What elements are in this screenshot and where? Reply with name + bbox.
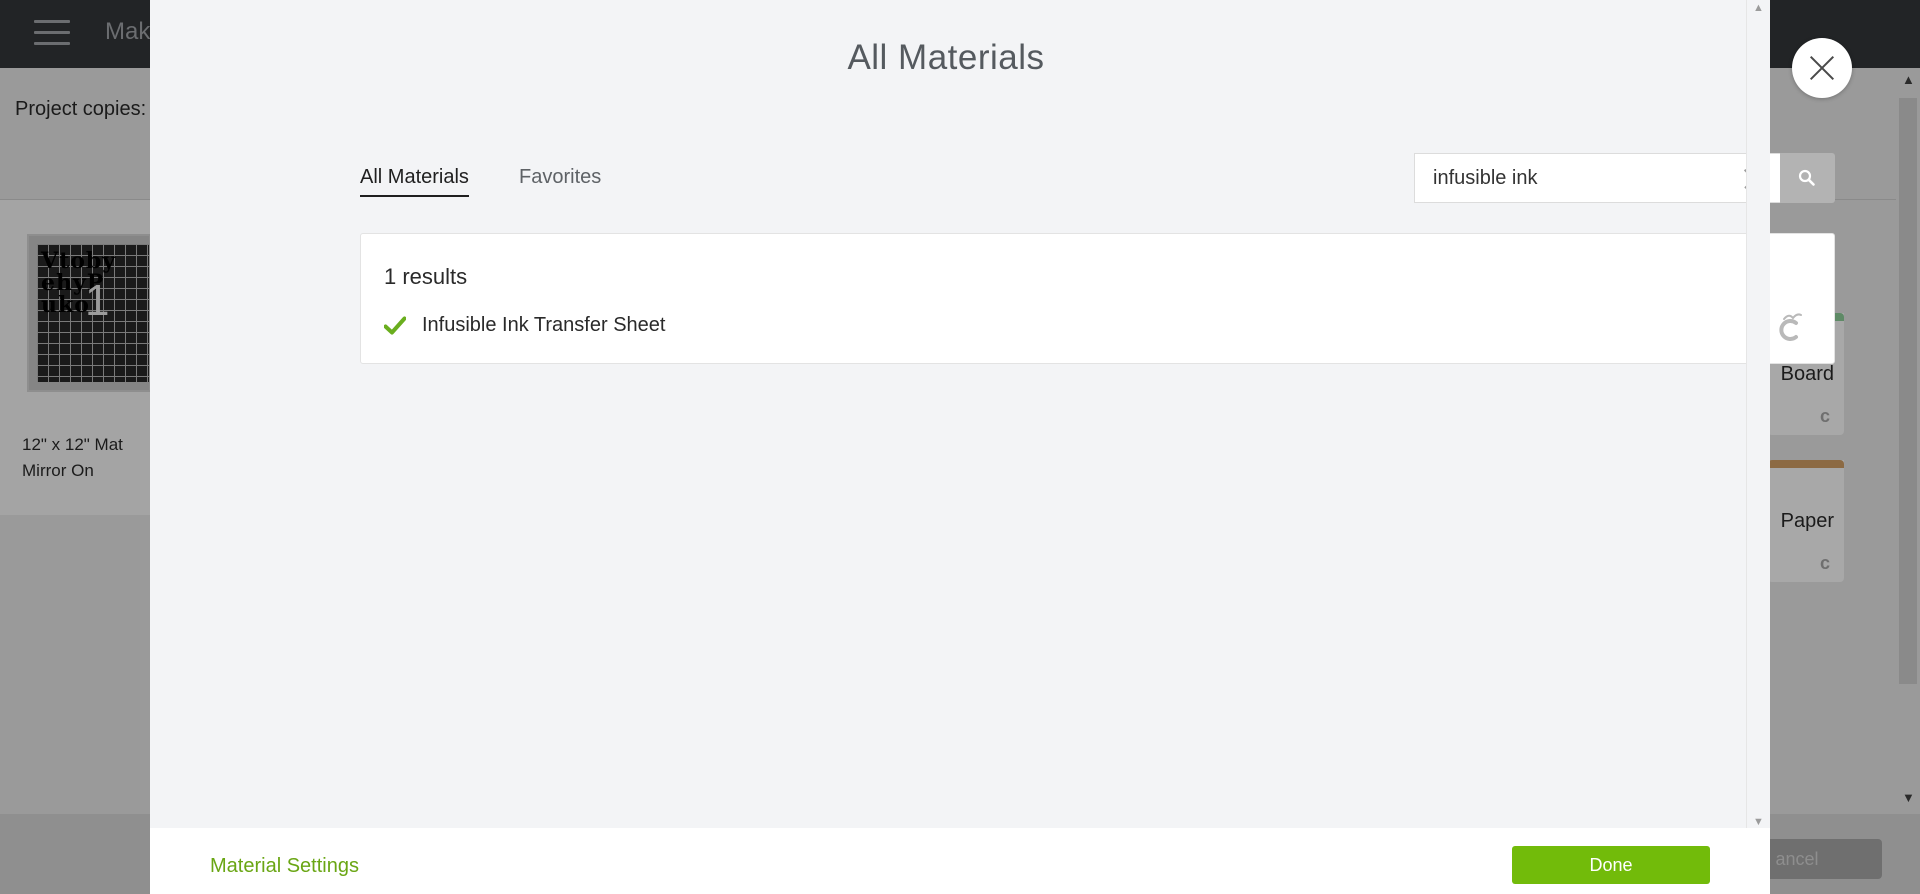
project-copies-label: Project copies: (15, 98, 147, 120)
scrollbar-thumb[interactable] (1899, 98, 1917, 684)
modal-title: All Materials (847, 38, 1045, 77)
tab-favorites[interactable]: Favorites (519, 166, 601, 189)
modal-scrollbar[interactable]: ▲ ▼ (1746, 0, 1770, 828)
material-card-label: Paper (1780, 510, 1834, 532)
close-icon[interactable] (1792, 38, 1852, 98)
cricut-logo-icon: c (1819, 406, 1830, 426)
search-input[interactable] (1414, 153, 1780, 203)
mat-size-label: 12" x 12" Mat (22, 435, 123, 454)
list-item[interactable]: Infusible Ink Transfer Sheet (384, 313, 1804, 344)
search-icon (1798, 169, 1815, 186)
material-card-paper[interactable]: Paper c (1768, 460, 1844, 582)
checkmark-icon (384, 316, 406, 335)
done-button[interactable]: Done (1512, 846, 1710, 884)
scroll-up-icon[interactable]: ▲ (1902, 72, 1915, 87)
cricut-logo-icon (1779, 313, 1802, 341)
search-button[interactable] (1780, 153, 1835, 203)
scroll-down-icon[interactable]: ▼ (1753, 816, 1764, 828)
search-box (1414, 153, 1835, 203)
page-scrollbar[interactable]: ▲ ▼ (1896, 68, 1920, 814)
material-name: Infusible Ink Transfer Sheet (422, 314, 666, 336)
all-materials-modal: All Materials All Materials Favorites 1 … (150, 0, 1852, 894)
hamburger-menu-icon[interactable] (34, 20, 70, 46)
results-list: 1 results Infusible Ink Transfer Sheet (360, 233, 1835, 364)
card-color-stripe (1768, 460, 1844, 468)
mat-thumbnail[interactable]: Vtoby ehyP uko 1 (27, 234, 151, 392)
mat-mirror-label: Mirror On (22, 461, 94, 480)
material-card-label: Board (1780, 363, 1834, 385)
mat-label: 12" x 12" Mat Mirror On (22, 432, 123, 484)
app-title: Mak (105, 18, 151, 45)
results-count: 1 results (384, 264, 468, 289)
scroll-up-icon[interactable]: ▲ (1753, 2, 1764, 14)
scroll-down-icon[interactable]: ▼ (1902, 790, 1915, 805)
material-settings-link[interactable]: Material Settings (210, 855, 359, 878)
modal-footer: Material Settings Done (150, 828, 1770, 894)
tab-all-materials[interactable]: All Materials (360, 166, 469, 197)
cricut-logo-icon: c (1819, 553, 1830, 573)
mat-number: 1 (85, 276, 110, 325)
